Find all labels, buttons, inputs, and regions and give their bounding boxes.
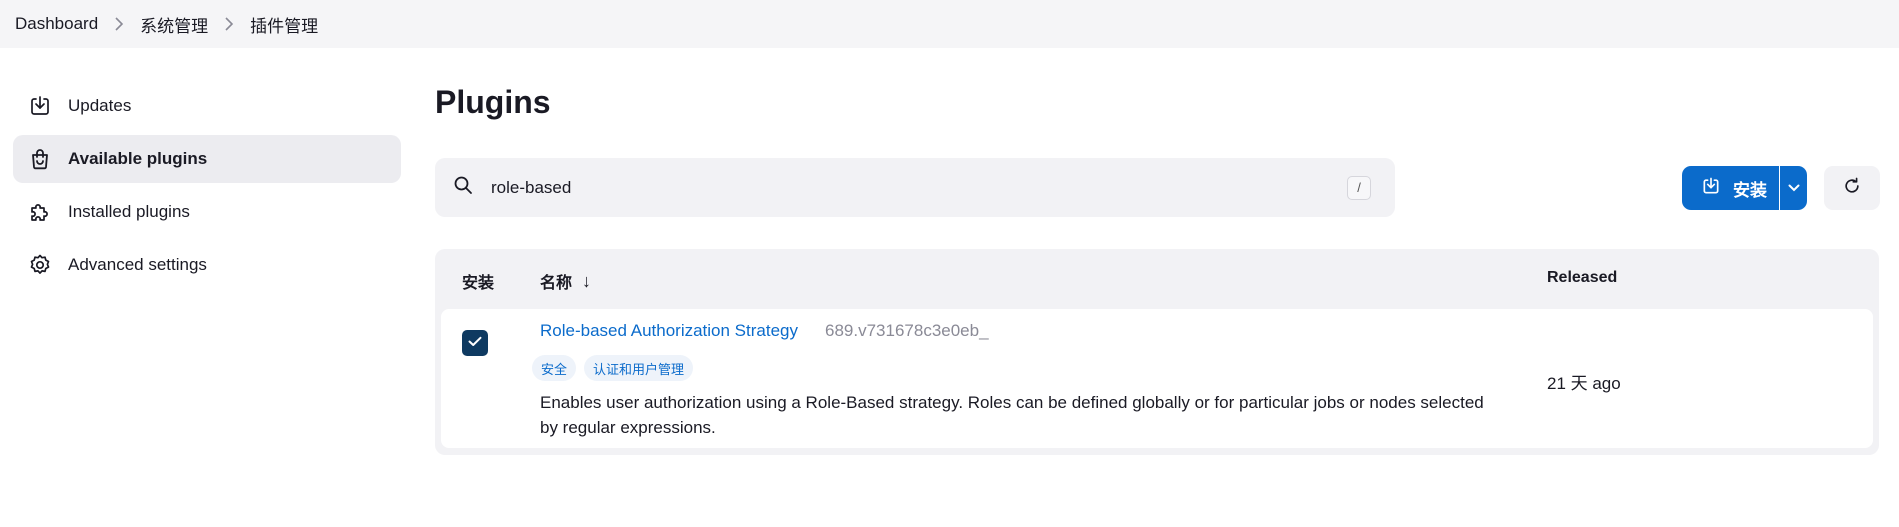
breadcrumb-system-admin[interactable]: 系统管理 xyxy=(140,12,208,37)
column-header-name-label: 名称 xyxy=(540,275,573,292)
page-title: Plugins xyxy=(435,84,551,120)
chevron-right-icon xyxy=(98,17,140,31)
breadcrumb-dashboard[interactable]: Dashboard xyxy=(15,14,98,34)
breadcrumb: Dashboard 系统管理 插件管理 xyxy=(0,0,1899,48)
sidebar-item-available-plugins[interactable]: Available plugins xyxy=(13,135,401,183)
tag-authentication[interactable]: 认证和用户管理 xyxy=(584,355,694,381)
install-button-label: 安装 xyxy=(1733,180,1767,200)
search-icon xyxy=(453,175,473,200)
column-header-install: 安装 xyxy=(462,275,495,292)
download-icon xyxy=(28,94,52,118)
gear-icon xyxy=(28,253,52,277)
shopping-bag-icon xyxy=(28,147,52,171)
sidebar-item-label: Advanced settings xyxy=(68,255,207,274)
plugin-version: 689.v731678c3e0eb_ xyxy=(825,321,989,340)
plugin-name-link[interactable]: Role-based Authorization Strategy xyxy=(540,321,798,341)
column-header-name[interactable]: 名称 ↓ xyxy=(540,269,591,293)
breadcrumb-plugin-manager[interactable]: 插件管理 xyxy=(250,12,318,37)
sidebar-item-updates[interactable]: Updates xyxy=(13,82,401,130)
sidebar-item-advanced-settings[interactable]: Advanced settings xyxy=(13,241,401,289)
sidebar: Updates Available plugins Installed plug… xyxy=(13,82,401,294)
tag-security[interactable]: 安全 xyxy=(532,355,577,381)
install-button[interactable]: 安装 xyxy=(1682,166,1779,210)
keyboard-shortcut-hint: / xyxy=(1347,175,1371,200)
plugins-table: 安装 名称 ↓ Released Role-based Authorizatio… xyxy=(435,249,1879,455)
search-input[interactable]: role-based / xyxy=(435,158,1395,217)
plugin-tags: 安全 认证和用户管理 xyxy=(532,355,701,381)
sidebar-item-label: Installed plugins xyxy=(68,202,190,221)
plugin-description: Enables user authorization using a Role-… xyxy=(540,393,1484,437)
search-input-value[interactable]: role-based xyxy=(491,178,1347,198)
table-row: Role-based Authorization Strategy 689.v7… xyxy=(441,309,1873,448)
chevron-down-icon xyxy=(1788,179,1800,197)
sidebar-item-installed-plugins[interactable]: Installed plugins xyxy=(13,188,401,236)
sidebar-item-label: Updates xyxy=(68,96,132,115)
puzzle-icon xyxy=(28,200,52,224)
sort-down-icon: ↓ xyxy=(582,270,592,291)
install-checkbox[interactable] xyxy=(462,330,488,356)
install-options-dropdown[interactable] xyxy=(1780,166,1807,210)
sidebar-item-label: Available plugins xyxy=(68,149,208,168)
refresh-icon xyxy=(1842,176,1862,201)
plugin-released: 21 天 ago xyxy=(1547,374,1621,393)
chevron-right-icon xyxy=(208,17,250,31)
column-header-released[interactable]: Released xyxy=(1547,269,1617,287)
download-icon xyxy=(1701,176,1721,201)
refresh-button[interactable] xyxy=(1824,166,1880,210)
checkmark-icon xyxy=(468,334,482,352)
